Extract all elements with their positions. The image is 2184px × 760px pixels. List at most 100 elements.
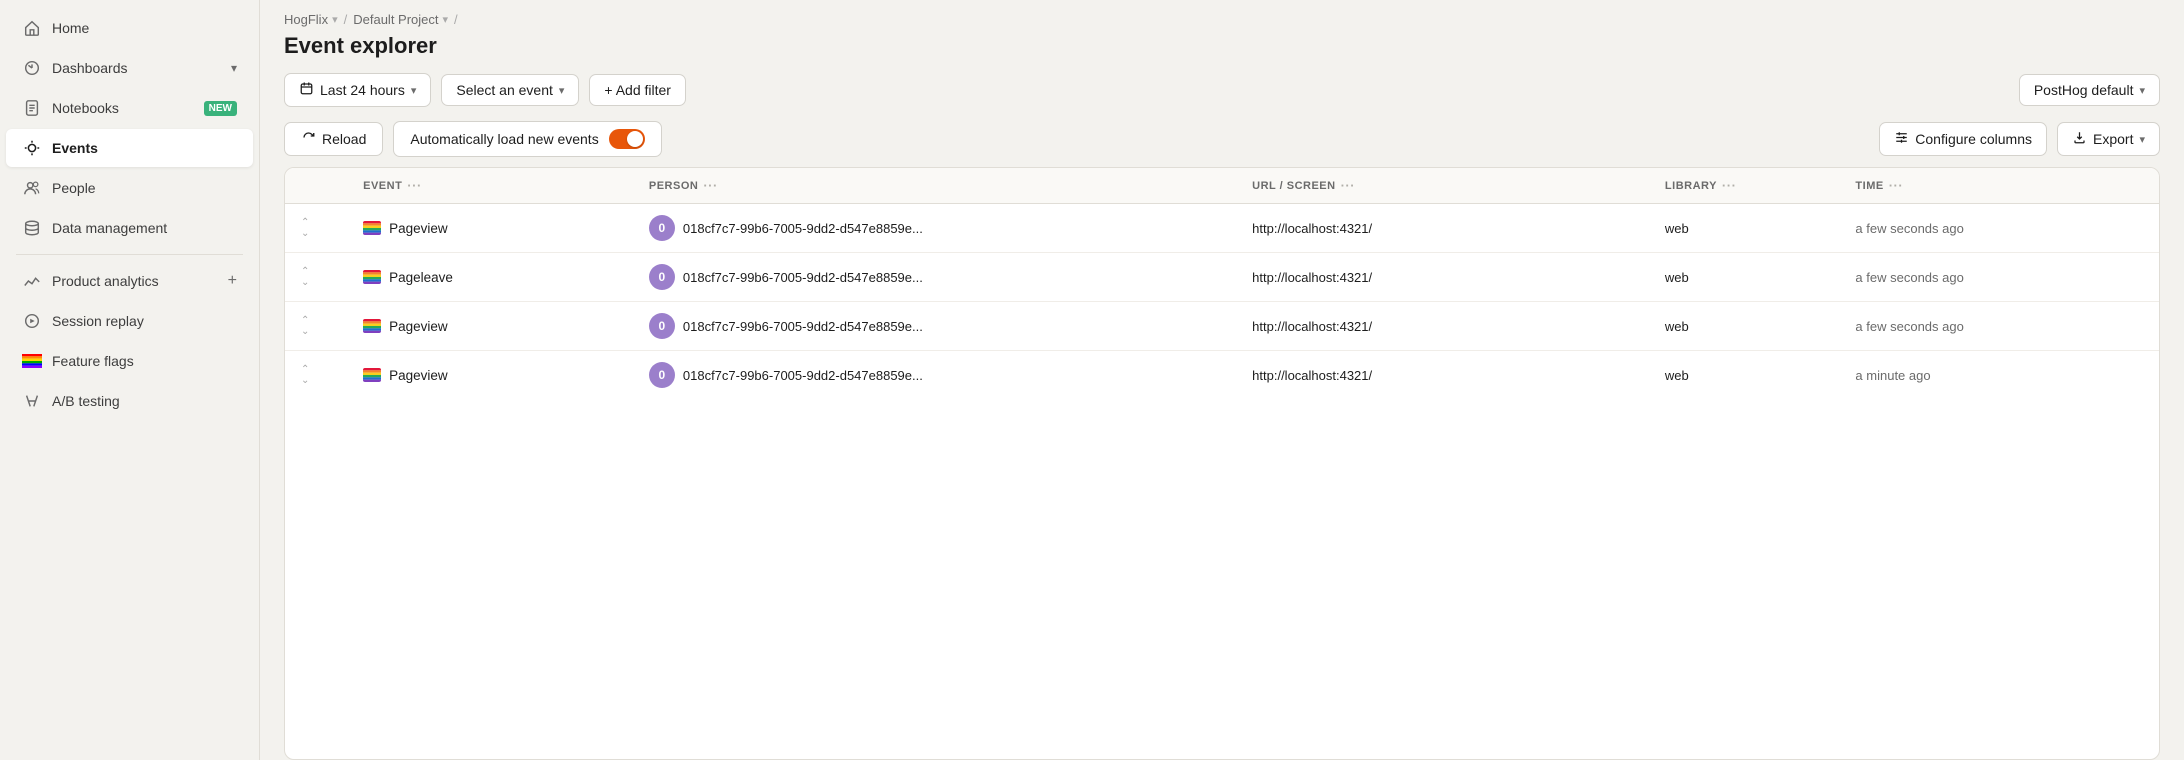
data-management-icon [22,218,42,238]
sidebar-item-people[interactable]: People [6,169,253,207]
row-expander[interactable]: ⌃ ⌄ [299,314,335,339]
auto-load-toggle[interactable] [609,129,645,149]
event-cell[interactable]: Pageview [349,204,635,253]
sidebar-item-events[interactable]: Events [6,129,253,167]
person-id: 018cf7c7-99b6-7005-9dd2-d547e8859e... [683,368,923,383]
library-cell: web [1651,302,1842,351]
breadcrumb-hogflix[interactable]: HogFlix ▾ [284,12,338,27]
url-cell[interactable]: http://localhost:4321/ [1238,351,1651,400]
page-title: Event explorer [260,31,2184,73]
ab-testing-icon [22,391,42,411]
person-cell[interactable]: 0 018cf7c7-99b6-7005-9dd2-d547e8859e... [635,351,1238,400]
chevron-down-icon: ▾ [411,84,417,97]
row-expander[interactable]: ⌃ ⌄ [299,216,335,241]
time-cell: a few seconds ago [1841,204,2159,253]
sidebar-item-session-replay[interactable]: Session replay [6,302,253,340]
event-name: Pageview [389,221,448,236]
chevron-right-icon: ▾ [332,13,338,26]
sidebar-item-home[interactable]: Home [6,9,253,47]
chevron-down-icon-dataset: ▾ [2139,84,2145,97]
col-person-options[interactable]: ··· [703,178,718,193]
configure-columns-icon [1894,130,1909,148]
person-avatar: 0 [649,313,675,339]
col-library-options[interactable]: ··· [1722,178,1737,193]
person-avatar: 0 [649,264,675,290]
sidebar: Home Dashboards ▾ Notebooks NEW [0,0,260,760]
breadcrumb-sep-2: / [454,12,458,27]
col-time-options[interactable]: ··· [1889,178,1904,193]
event-cell[interactable]: Pageview [349,351,635,400]
export-button[interactable]: Export ▾ [2057,122,2160,156]
calendar-icon [299,81,314,99]
row-expander-cell: ⌃ ⌄ [285,204,349,253]
sidebar-item-home-label: Home [52,20,89,36]
col-time-header: TIME ··· [1841,168,2159,204]
plus-icon[interactable]: + [228,272,237,290]
person-cell[interactable]: 0 018cf7c7-99b6-7005-9dd2-d547e8859e... [635,302,1238,351]
auto-load-toggle-container: Automatically load new events [393,121,661,157]
add-filter-button[interactable]: + Add filter [589,74,686,106]
sidebar-item-ab-testing[interactable]: A/B testing [6,382,253,420]
event-name: Pageview [389,368,448,383]
sidebar-item-data-management[interactable]: Data management [6,209,253,247]
dataset-button[interactable]: PostHog default ▾ [2019,74,2160,106]
url-cell[interactable]: http://localhost:4321/ [1238,204,1651,253]
auto-load-label: Automatically load new events [410,131,598,147]
library-cell: web [1651,351,1842,400]
sidebar-item-session-replay-label: Session replay [52,313,144,329]
col-person-header: PERSON ··· [635,168,1238,204]
event-cell[interactable]: Pageleave [349,253,635,302]
dashboards-icon [22,58,42,78]
time-filter-button[interactable]: Last 24 hours ▾ [284,73,431,107]
export-icon [2072,130,2087,148]
person-id: 018cf7c7-99b6-7005-9dd2-d547e8859e... [683,319,923,334]
chevron-down-icon-event: ▾ [559,84,565,97]
person-id: 018cf7c7-99b6-7005-9dd2-d547e8859e... [683,270,923,285]
sidebar-item-product-analytics-label: Product analytics [52,273,159,289]
col-library-header: LIBRARY ··· [1651,168,1842,204]
event-cell[interactable]: Pageview [349,302,635,351]
reload-icon [301,130,316,148]
configure-columns-button[interactable]: Configure columns [1879,122,2047,156]
toolbar: Last 24 hours ▾ Select an event ▾ + Add … [260,73,2184,121]
new-badge: NEW [204,101,237,116]
table-row[interactable]: ⌃ ⌄ Pageview 0 018cf7c7-99b6-7005-9dd2-d… [285,302,2159,351]
action-bar: Reload Automatically load new events Con… [260,121,2184,167]
breadcrumb-default-project[interactable]: Default Project ▾ [353,12,448,27]
home-icon [22,18,42,38]
row-expander[interactable]: ⌃ ⌄ [299,265,335,290]
time-cell: a few seconds ago [1841,302,2159,351]
feature-flags-icon [22,351,42,371]
main-content: HogFlix ▾ / Default Project ▾ / Event ex… [260,0,2184,760]
person-cell[interactable]: 0 018cf7c7-99b6-7005-9dd2-d547e8859e... [635,253,1238,302]
url-cell[interactable]: http://localhost:4321/ [1238,302,1651,351]
sidebar-item-people-label: People [52,180,96,196]
library-cell: web [1651,204,1842,253]
url-cell[interactable]: http://localhost:4321/ [1238,253,1651,302]
chevron-down-icon-export: ▾ [2139,133,2145,146]
events-table: EVENT ··· PERSON ··· URL / SCREEN [285,168,2159,399]
sidebar-item-feature-flags[interactable]: Feature flags [6,342,253,380]
table-header-row: EVENT ··· PERSON ··· URL / SCREEN [285,168,2159,204]
breadcrumb-sep-1: / [344,12,348,27]
col-event-options[interactable]: ··· [407,178,422,193]
event-select-button[interactable]: Select an event ▾ [441,74,579,106]
product-analytics-icon [22,271,42,291]
row-expander[interactable]: ⌃ ⌄ [299,363,335,388]
sidebar-item-notebooks-label: Notebooks [52,100,119,116]
table-row[interactable]: ⌃ ⌄ Pageleave 0 018cf7c7-99b6-7005-9dd2-… [285,253,2159,302]
sidebar-item-events-label: Events [52,140,98,156]
notebooks-icon [22,98,42,118]
col-url-options[interactable]: ··· [1341,178,1356,193]
sidebar-item-ab-testing-label: A/B testing [52,393,120,409]
sidebar-item-notebooks[interactable]: Notebooks NEW [6,89,253,127]
breadcrumb: HogFlix ▾ / Default Project ▾ / [260,0,2184,31]
people-icon [22,178,42,198]
table-row[interactable]: ⌃ ⌄ Pageview 0 018cf7c7-99b6-7005-9dd2-d… [285,351,2159,400]
sidebar-item-product-analytics[interactable]: Product analytics + [6,262,253,300]
person-cell[interactable]: 0 018cf7c7-99b6-7005-9dd2-d547e8859e... [635,204,1238,253]
row-expander-cell: ⌃ ⌄ [285,302,349,351]
reload-button[interactable]: Reload [284,122,383,156]
table-row[interactable]: ⌃ ⌄ Pageview 0 018cf7c7-99b6-7005-9dd2-d… [285,204,2159,253]
sidebar-item-dashboards[interactable]: Dashboards ▾ [6,49,253,87]
